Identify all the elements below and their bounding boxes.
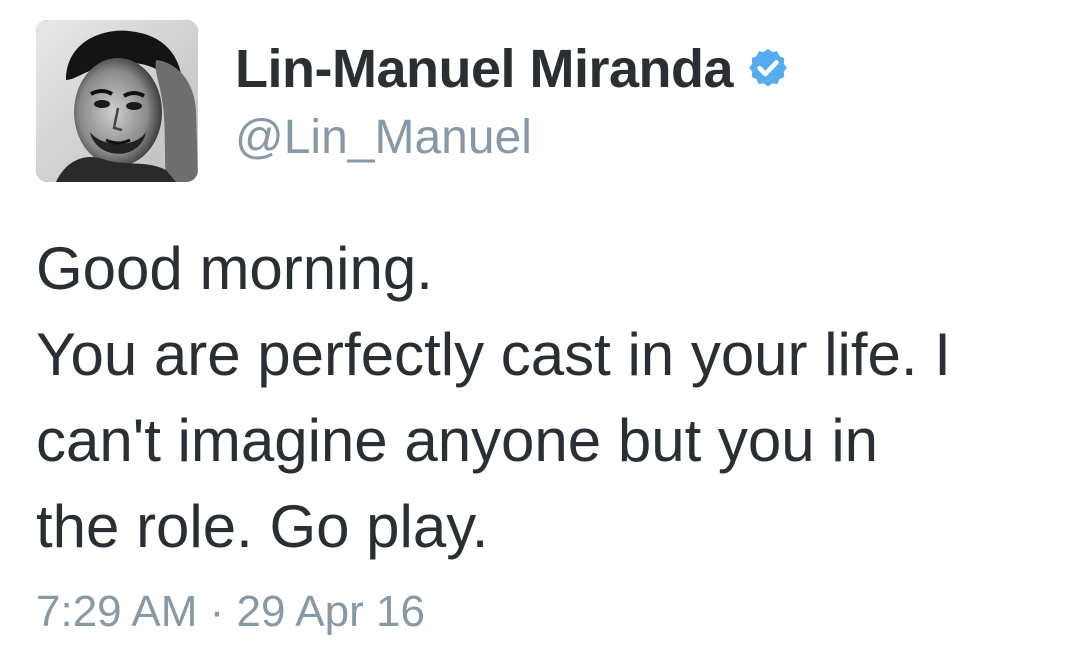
verified-badge-icon [745,46,791,92]
user-handle[interactable]: @Lin_Manuel [235,114,532,162]
author-name-row: Lin-Manuel Miranda [235,34,791,104]
avatar[interactable] [36,20,198,182]
profile-photo-icon [36,20,198,182]
tweet-text: Good morning. You are perfectly cast in … [36,226,1046,570]
tweet-text-line: the role. Go play. [36,493,489,560]
tweet-timestamp[interactable]: 7:29 AM · 29 Apr 16 [36,590,425,634]
tweet-text-line: can't imagine anyone but you in [36,407,879,474]
display-name[interactable]: Lin-Manuel Miranda [235,42,734,96]
tweet-text-line: You are perfectly cast in your life. I [36,321,951,388]
tweet-text-line: Good morning. [36,235,433,302]
tweet-card: Lin-Manuel Miranda @Lin_Manuel Good morn… [0,0,1080,663]
